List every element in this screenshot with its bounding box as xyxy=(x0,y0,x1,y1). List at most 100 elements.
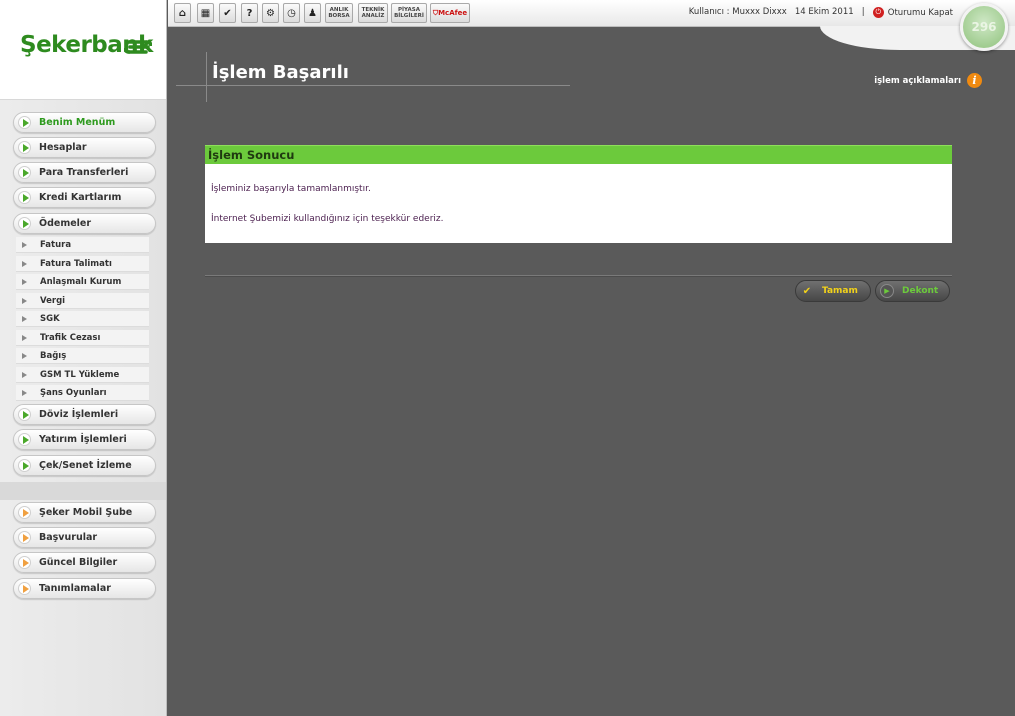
sekerbank-logo-mark-icon xyxy=(124,40,152,54)
bullet-icon xyxy=(22,352,27,359)
sidebar-item-para-transferleri[interactable]: Para Transferleri xyxy=(13,162,156,183)
user-info: Kullanıcı : Muxxx Dixxx 14 Ekim 2011 | ⏻… xyxy=(689,7,953,18)
mcafee-button[interactable]: ⛉ McAfee xyxy=(430,3,470,23)
sidebar-item-label: Çek/Senet İzleme xyxy=(39,460,132,471)
title-decor-horizontal xyxy=(176,85,570,86)
tools-icon[interactable]: ⚙ xyxy=(262,3,279,23)
bullet-icon xyxy=(22,334,27,341)
bullet-icon xyxy=(22,278,27,285)
title-decor-vertical xyxy=(206,52,207,102)
submenu-item-trafik-cezasi[interactable]: Trafik Cezası xyxy=(16,330,149,346)
arrow-right-icon xyxy=(18,459,31,472)
tamam-label: Tamam xyxy=(822,286,858,296)
submenu-item-anlasmali-kurum[interactable]: Anlaşmalı Kurum xyxy=(16,274,149,290)
bullet-icon xyxy=(22,297,27,304)
tamam-button[interactable]: ✔ Tamam xyxy=(795,280,871,302)
sidebar-item-label: Hesaplar xyxy=(39,142,87,153)
check-icon[interactable]: ✔ xyxy=(219,3,236,23)
arrow-right-icon xyxy=(18,531,31,544)
sidebar-item-label: Kredi Kartlarım xyxy=(39,192,122,203)
arrow-right-icon xyxy=(18,166,31,179)
dekont-label: Dekont xyxy=(902,286,939,296)
arrow-right-icon xyxy=(18,582,31,595)
logout-button[interactable]: ⏻ Oturumu Kapat xyxy=(872,7,953,18)
sidebar: Şekerbank Benim Menüm Hesaplar Para Tran… xyxy=(0,0,167,716)
arrow-right-icon xyxy=(18,116,31,129)
arrow-right-icon xyxy=(18,433,31,446)
sidebar-item-benim-menum[interactable]: Benim Menüm xyxy=(13,112,156,133)
clock-icon[interactable]: ◷ xyxy=(283,3,300,23)
bullet-icon xyxy=(22,260,27,267)
bullet-icon xyxy=(22,389,27,396)
logo-area: Şekerbank xyxy=(0,0,166,100)
power-icon: ⏻ xyxy=(872,7,884,18)
sidebar-item-label: Başvurular xyxy=(39,532,98,543)
arrow-right-icon: ▶ xyxy=(880,284,894,298)
submenu-label: GSM TL Yükleme xyxy=(40,369,120,380)
info-icon: i xyxy=(967,73,982,88)
sidebar-item-seker-mobil-sube[interactable]: Şeker Mobil Şube xyxy=(13,502,156,523)
submenu-label: Bağış xyxy=(40,350,67,361)
submenu-label: SGK xyxy=(40,313,60,324)
teknik-analiz-button[interactable]: TEKNİK ANALİZ xyxy=(358,3,388,23)
mcafee-label: McAfee xyxy=(438,9,468,17)
bullet-icon xyxy=(22,315,27,322)
submenu-item-vergi[interactable]: Vergi xyxy=(16,293,149,309)
arrow-right-icon xyxy=(18,556,31,569)
sidebar-item-cek-senet-izleme[interactable]: Çek/Senet İzleme xyxy=(13,455,156,476)
sidebar-item-kredi-kartlarim[interactable]: Kredi Kartlarım xyxy=(13,187,156,208)
separator: | xyxy=(861,7,865,17)
top-toolbar: ⌂ ▦ ✔ ? ⚙ ◷ ♟ ANLIK BORSA TEKNİK ANALİZ … xyxy=(168,0,1015,27)
submenu-item-fatura-talimati[interactable]: Fatura Talimatı xyxy=(16,256,149,272)
date-label: 14 Ekim 2011 xyxy=(794,7,854,17)
sidebar-separator xyxy=(0,482,166,500)
sidebar-item-label: Tanımlamalar xyxy=(39,583,111,594)
help-icon[interactable]: ? xyxy=(241,3,258,23)
help-link[interactable]: işlem açıklamaları i xyxy=(874,73,982,88)
result-panel: İşlem Sonucu İşleminiz başarıyla tamamla… xyxy=(205,145,952,243)
calculator-icon[interactable]: ▦ xyxy=(197,3,214,23)
piyasa-bilgileri-button[interactable]: PİYASA BİLGİLERİ xyxy=(391,3,427,23)
sidebar-item-label: Ödemeler xyxy=(39,218,92,229)
arrow-right-icon xyxy=(18,408,31,421)
sidebar-item-tanimlamalar[interactable]: Tanımlamalar xyxy=(13,578,156,599)
sidebar-item-label: Güncel Bilgiler xyxy=(39,557,118,568)
home-icon[interactable]: ⌂ xyxy=(174,3,191,23)
user-label: Kullanıcı : Muxxx Dixxx xyxy=(688,7,787,17)
arrow-right-icon xyxy=(18,217,31,230)
logout-label: Oturumu Kapat xyxy=(887,7,953,18)
arrow-right-icon xyxy=(18,141,31,154)
content-divider xyxy=(205,275,952,277)
page-title: İşlem Başarılı xyxy=(212,62,349,83)
sidebar-item-basvurular[interactable]: Başvurular xyxy=(13,527,156,548)
session-timer: 296 xyxy=(960,3,1008,51)
submenu-item-fatura[interactable]: Fatura xyxy=(16,237,149,253)
submenu-label: Trafik Cezası xyxy=(40,332,101,343)
submenu-item-bagis[interactable]: Bağış xyxy=(16,348,149,364)
check-icon: ✔ xyxy=(802,285,812,297)
arrow-right-icon xyxy=(18,191,31,204)
dekont-button[interactable]: ▶ Dekont xyxy=(875,280,950,302)
submenu-label: Vergi xyxy=(40,295,66,306)
submenu-item-sans-oyunlari[interactable]: Şans Oyunları xyxy=(16,385,149,401)
result-panel-header: İşlem Sonucu xyxy=(205,145,952,164)
submenu-item-gsm-tl-yukleme[interactable]: GSM TL Yükleme xyxy=(16,367,149,383)
help-label: işlem açıklamaları xyxy=(874,75,961,86)
submenu-label: Fatura xyxy=(40,239,72,250)
user-icon[interactable]: ♟ xyxy=(304,3,321,23)
sidebar-item-label: Para Transferleri xyxy=(39,167,129,178)
submenu-label: Fatura Talimatı xyxy=(40,258,112,269)
sidebar-item-label: Benim Menüm xyxy=(39,117,116,128)
thank-you-message: İnternet Şubemizi kullandığınız için teş… xyxy=(211,214,444,224)
sidebar-item-doviz-islemleri[interactable]: Döviz İşlemleri xyxy=(13,404,156,425)
submenu-label: Şans Oyunları xyxy=(40,387,107,398)
anlik-borsa-button[interactable]: ANLIK BORSA xyxy=(325,3,353,23)
success-message: İşleminiz başarıyla tamamlanmıştır. xyxy=(211,184,371,194)
submenu-label: Anlaşmalı Kurum xyxy=(40,276,122,287)
sidebar-item-hesaplar[interactable]: Hesaplar xyxy=(13,137,156,158)
sidebar-item-odemeler[interactable]: Ödemeler xyxy=(13,213,156,234)
sidebar-item-label: Yatırım İşlemleri xyxy=(39,434,127,445)
submenu-item-sgk[interactable]: SGK xyxy=(16,311,149,327)
sidebar-item-yatirim-islemleri[interactable]: Yatırım İşlemleri xyxy=(13,429,156,450)
sidebar-item-guncel-bilgiler[interactable]: Güncel Bilgiler xyxy=(13,552,156,573)
